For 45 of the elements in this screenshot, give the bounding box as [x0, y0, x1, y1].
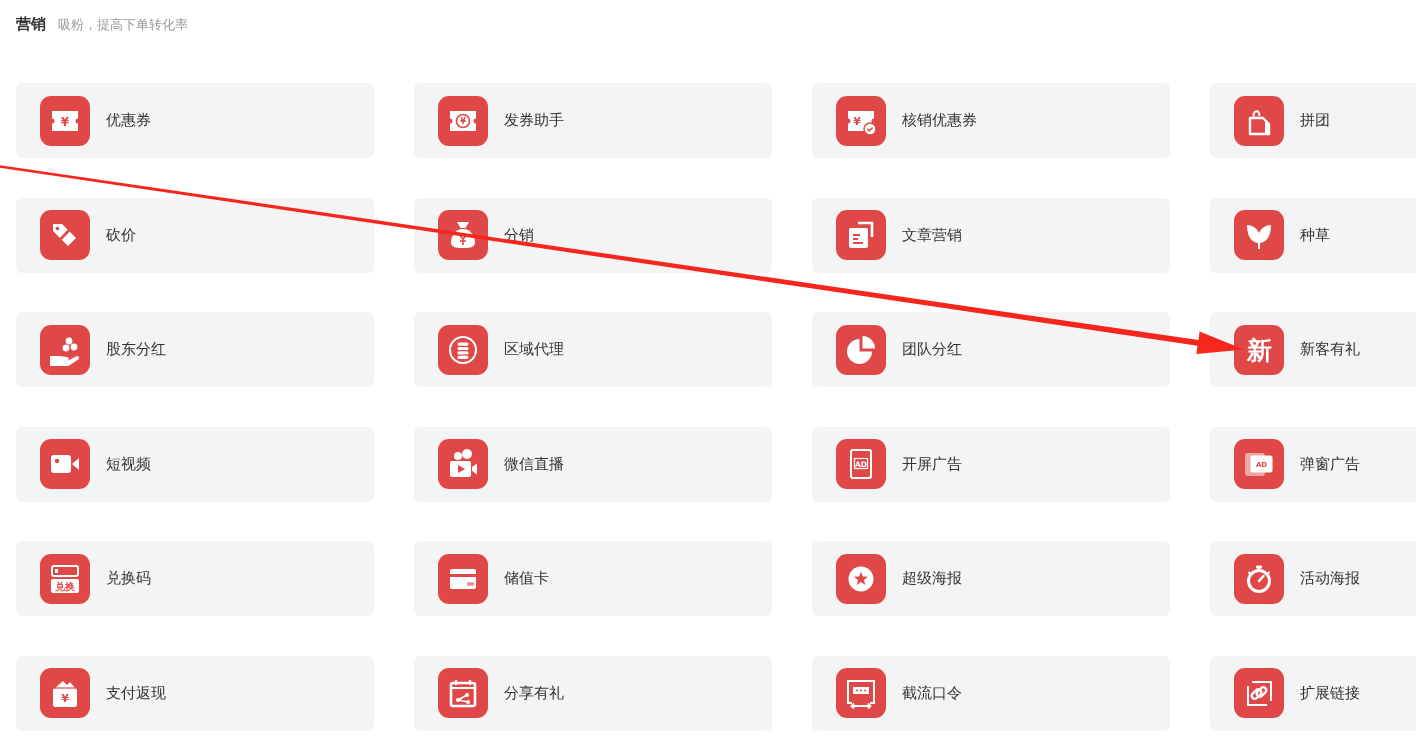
tool-card[interactable]: 扩展链接 [1210, 655, 1416, 731]
tool-card[interactable]: 储值卡 [414, 541, 772, 616]
video-camera-icon [40, 439, 90, 489]
tool-card[interactable]: 砍价 [16, 197, 374, 273]
message-code-icon [836, 668, 886, 718]
discount-tag-icon [40, 210, 90, 260]
money-bag-icon [438, 210, 488, 260]
ticket-check-icon: ¥ [836, 95, 886, 146]
card-icon [438, 553, 488, 604]
tool-card[interactable]: ¥ 发券助手 [414, 83, 772, 158]
tool-card[interactable]: 短视频 [16, 426, 374, 502]
ticket-coin-icon: ¥ [438, 95, 488, 146]
coin-stack-icon [438, 324, 488, 375]
tool-card[interactable]: 微信直播 [414, 426, 772, 502]
character-icon: 新 [1234, 324, 1284, 375]
video-people-icon [438, 439, 488, 489]
sprout-icon [1234, 210, 1284, 260]
document-icon [836, 210, 886, 260]
tool-card[interactable]: 活动海报 [1210, 541, 1416, 616]
tool-card[interactable]: 股东分红 [16, 312, 374, 387]
tool-card[interactable]: 区域代理 [414, 312, 772, 387]
section-title: 营销 [16, 15, 46, 34]
stopwatch-icon [1234, 553, 1284, 604]
share-box-icon [438, 668, 488, 718]
tool-card[interactable]: 种草 [1210, 197, 1416, 273]
wallet-icon: ¥ [40, 668, 90, 718]
section-subtitle: 吸粉，提高下单转化率 [58, 16, 188, 34]
hand-coins-icon [40, 324, 90, 375]
tool-card[interactable]: 拼团 [1210, 83, 1416, 158]
tool-card[interactable]: ¥ 支付返现 [16, 655, 374, 731]
pie-chart-icon [836, 324, 886, 375]
voucher-icon: 兑换 [40, 553, 90, 604]
tool-card[interactable]: 团队分红 [812, 312, 1170, 387]
tool-card[interactable]: 兑换 兑换码 [16, 541, 374, 616]
link-icon [1234, 668, 1284, 718]
tool-card[interactable]: ¥ 优惠券 [16, 83, 374, 158]
tool-card[interactable]: 新 新客有礼 [1210, 312, 1416, 387]
tool-card[interactable]: 超级海报 [812, 541, 1170, 616]
star-badge-icon [836, 553, 886, 604]
tool-card[interactable]: 文章营销 [812, 197, 1170, 273]
tool-card[interactable]: ¥ 核销优惠券 [812, 83, 1170, 158]
ticket-icon: ¥ [40, 95, 90, 146]
tag-icon [1234, 95, 1284, 146]
tool-card[interactable]: 分享有礼 [414, 655, 772, 731]
tool-card[interactable]: 截流口令 [812, 655, 1170, 731]
